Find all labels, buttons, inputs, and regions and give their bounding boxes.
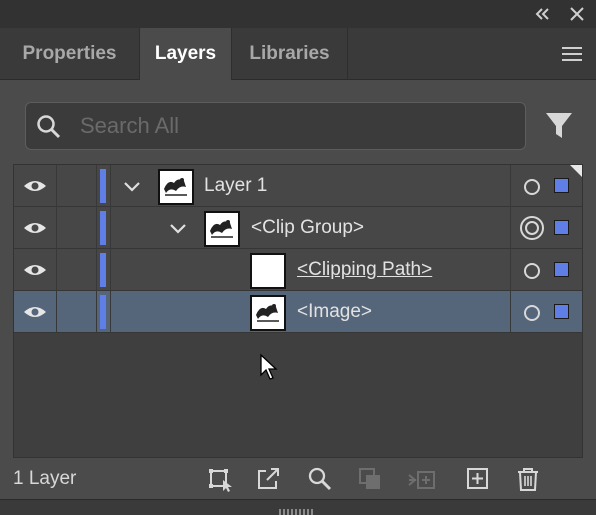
search-box	[25, 102, 526, 150]
layer-row[interactable]: <Clip Group>	[14, 207, 582, 249]
search-icon	[36, 114, 62, 140]
divider	[56, 207, 57, 249]
divider	[56, 165, 57, 207]
divider	[96, 207, 97, 249]
layers-list: Layer 1 <Clip Group> <Clipping Path> <Im…	[13, 164, 583, 458]
layer-label[interactable]: <Image>	[297, 301, 372, 323]
layer-thumbnail	[204, 211, 240, 247]
layer-thumbnail	[158, 169, 194, 205]
export-icon[interactable]	[255, 466, 281, 492]
layer-row[interactable]: <Clipping Path>	[14, 249, 582, 291]
selection-indicator[interactable]	[554, 220, 569, 235]
target-circle-icon[interactable]	[524, 305, 540, 321]
mouse-cursor-icon	[259, 353, 279, 381]
layer-row[interactable]: <Image>	[14, 291, 582, 333]
eye-icon[interactable]	[23, 261, 47, 279]
panel-titlebar	[0, 0, 596, 28]
divider	[510, 207, 511, 249]
collect-for-export-icon[interactable]	[207, 466, 233, 492]
target-double-circle-icon[interactable]	[520, 216, 544, 240]
divider	[96, 249, 97, 291]
current-layer-indicator	[570, 165, 582, 177]
chevron-down-icon[interactable]	[168, 222, 188, 236]
layer-thumbnail	[250, 253, 286, 289]
layer-label[interactable]: <Clip Group>	[251, 217, 364, 239]
delete-icon[interactable]	[515, 466, 541, 492]
divider	[510, 291, 511, 333]
hamburger-menu-icon[interactable]	[560, 45, 584, 63]
divider	[110, 249, 111, 291]
eye-icon[interactable]	[23, 219, 47, 237]
selection-indicator[interactable]	[554, 178, 569, 193]
tab-properties[interactable]: Properties	[0, 28, 140, 80]
layer-row[interactable]: Layer 1	[14, 165, 582, 207]
selection-indicator[interactable]	[554, 304, 569, 319]
layer-color-bar	[100, 295, 106, 329]
divider	[96, 165, 97, 207]
make-clipping-mask-icon[interactable]	[357, 466, 383, 492]
panel-resize-bar[interactable]	[0, 499, 596, 515]
target-circle-icon[interactable]	[524, 179, 540, 195]
create-new-layer-icon[interactable]	[465, 466, 491, 492]
target-circle-icon[interactable]	[524, 263, 540, 279]
layer-color-bar	[100, 253, 106, 287]
eye-icon[interactable]	[23, 177, 47, 195]
tab-layers[interactable]: Layers	[140, 28, 232, 80]
eye-icon[interactable]	[23, 303, 47, 321]
panel-footer: 1 Layer	[0, 458, 596, 498]
divider	[56, 249, 57, 291]
layer-thumbnail	[250, 295, 286, 331]
create-sublayer-icon[interactable]	[407, 466, 435, 492]
filter-icon[interactable]	[544, 110, 574, 142]
layer-color-bar	[100, 169, 106, 203]
search-input[interactable]	[80, 109, 500, 143]
layer-label[interactable]: Layer 1	[204, 175, 267, 197]
divider	[510, 165, 511, 207]
resize-grip-icon[interactable]	[278, 503, 316, 515]
selection-indicator[interactable]	[554, 262, 569, 277]
tab-libraries[interactable]: Libraries	[232, 28, 348, 80]
layer-color-bar	[100, 211, 106, 245]
divider	[110, 207, 111, 249]
divider	[510, 249, 511, 291]
divider	[110, 165, 111, 207]
divider	[96, 291, 97, 333]
divider	[110, 291, 111, 333]
locate-object-icon[interactable]	[307, 466, 333, 492]
double-chevron-left-icon[interactable]	[532, 4, 554, 24]
divider	[56, 291, 57, 333]
chevron-down-icon[interactable]	[122, 180, 142, 194]
panel-tab-bar: Properties Layers Libraries	[0, 28, 596, 80]
close-icon[interactable]	[566, 4, 588, 24]
layer-label[interactable]: <Clipping Path>	[297, 259, 432, 281]
layer-count-label: 1 Layer	[13, 468, 77, 489]
